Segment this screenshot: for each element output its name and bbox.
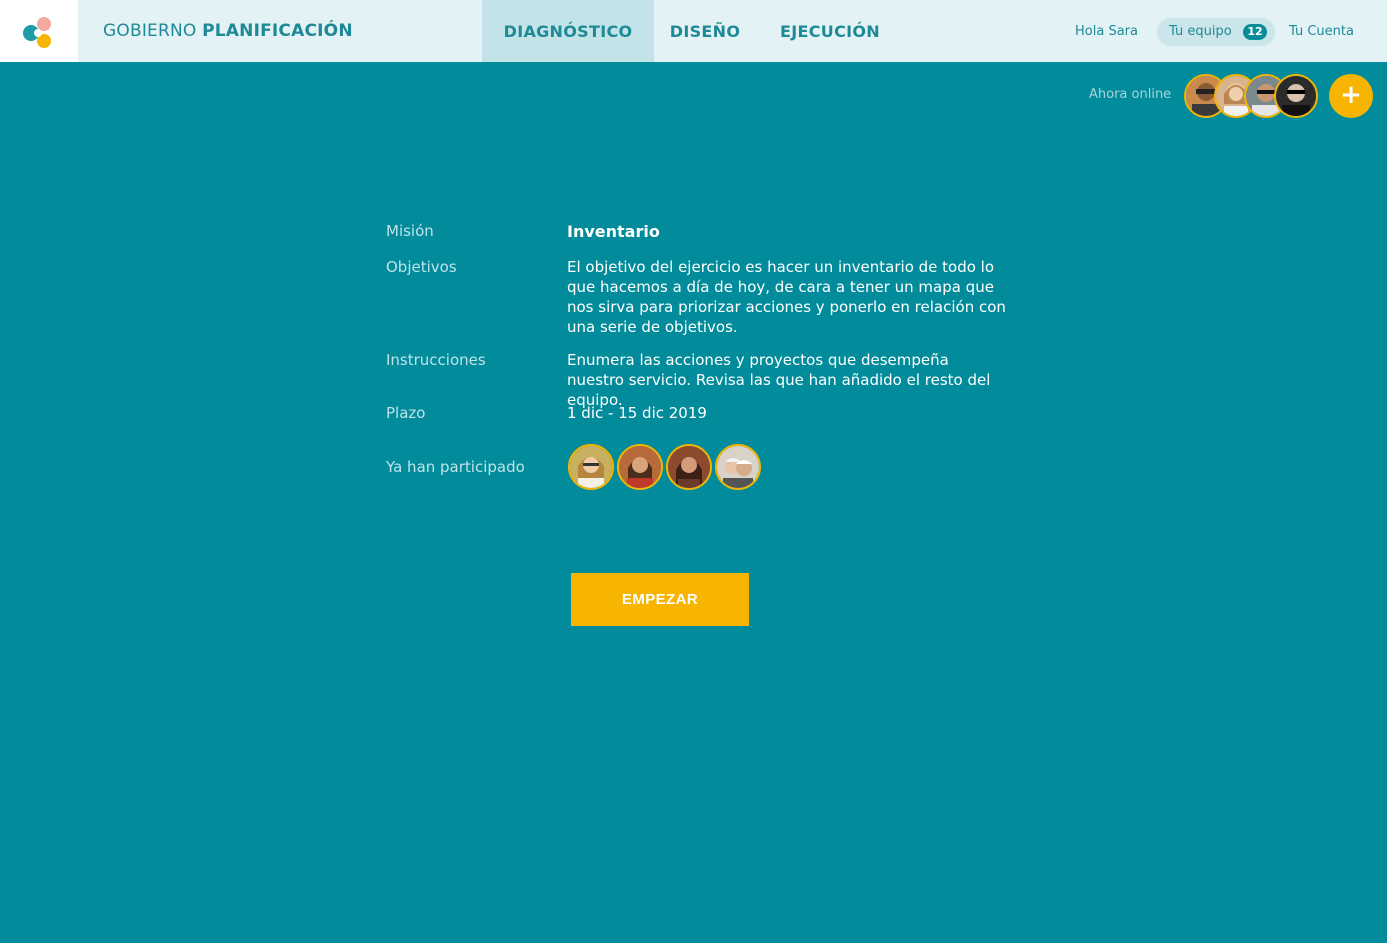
app-title-light: GOBIERNO <box>103 21 197 41</box>
objectives-value: El objetivo del ejercicio es hacer un in… <box>567 258 1006 336</box>
participant-avatar[interactable] <box>617 444 663 490</box>
participant-avatar[interactable] <box>715 444 761 490</box>
app-title-bold: PLANIFICACIÓN <box>202 21 353 41</box>
app-title: GOBIERNO PLANIFICACIÓN <box>103 21 353 41</box>
online-avatar[interactable] <box>1274 74 1318 118</box>
objectives-label: Objetivos <box>386 258 457 276</box>
instructions-label: Instrucciones <box>386 351 486 369</box>
deadline-value: 1 dic - 15 dic 2019 <box>567 404 707 422</box>
deadline-label: Plazo <box>386 404 426 422</box>
tab-ejecucion[interactable]: EJECUCIÓN <box>766 0 894 62</box>
online-label: Ahora online <box>1089 87 1172 102</box>
tab-diseno[interactable]: DISEÑO <box>654 0 756 62</box>
team-label: Tu equipo <box>1169 24 1232 39</box>
team-button[interactable]: Tu equipo 12 <box>1157 18 1275 46</box>
participants-label: Ya han participado <box>386 458 525 476</box>
start-button[interactable]: EMPEZAR <box>571 573 749 626</box>
logo[interactable] <box>0 0 78 62</box>
logo-icon <box>23 17 51 48</box>
participant-avatar[interactable] <box>568 444 614 490</box>
top-navbar: GOBIERNO PLANIFICACIÓN DIAGNÓSTICO DISEÑ… <box>0 0 1387 62</box>
participant-avatar[interactable] <box>666 444 712 490</box>
add-user-button[interactable]: + <box>1329 74 1373 118</box>
tab-diagnostico[interactable]: DIAGNÓSTICO <box>482 0 654 62</box>
account-link[interactable]: Tu Cuenta <box>1289 24 1354 39</box>
team-count-badge: 12 <box>1243 24 1267 40</box>
mission-value: Inventario <box>567 222 660 241</box>
greeting: Hola Sara <box>1075 24 1138 39</box>
instructions-value: Enumera las acciones y proyectos que des… <box>567 351 991 409</box>
mission-label: Misión <box>386 222 434 240</box>
